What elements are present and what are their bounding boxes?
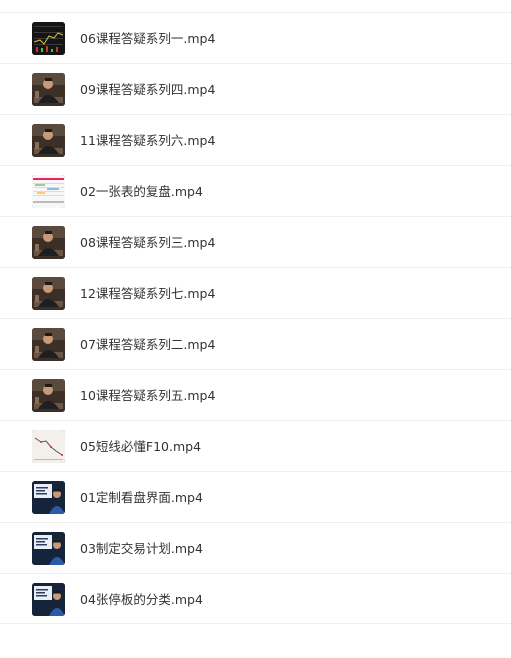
file-row[interactable]: 10课程答疑系列五.mp4 (0, 369, 511, 420)
file-row[interactable]: 05短线必懂F10.mp4 (0, 420, 511, 471)
dark-chart-thumbnail (32, 22, 65, 55)
file-name: 11课程答疑系列六.mp4 (80, 133, 216, 148)
file-name: 02一张表的复盘.mp4 (80, 184, 203, 199)
file-row[interactable]: 06课程答疑系列一.mp4 (0, 12, 511, 63)
file-name: 10课程答疑系列五.mp4 (80, 388, 216, 403)
video-person-thumbnail (32, 124, 65, 157)
file-row[interactable]: 04张停板的分类.mp4 (0, 573, 511, 624)
file-name: 03制定交易计划.mp4 (80, 541, 203, 556)
file-name: 07课程答疑系列二.mp4 (80, 337, 216, 352)
file-row[interactable]: 11课程答疑系列六.mp4 (0, 114, 511, 165)
file-row[interactable]: 03制定交易计划.mp4 (0, 522, 511, 573)
file-row[interactable]: 12课程答疑系列七.mp4 (0, 267, 511, 318)
file-name: 12课程答疑系列七.mp4 (80, 286, 216, 301)
file-row[interactable]: 09课程答疑系列四.mp4 (0, 63, 511, 114)
file-row[interactable]: 07课程答疑系列二.mp4 (0, 318, 511, 369)
video-person-thumbnail (32, 226, 65, 259)
presenter-screen-thumbnail (32, 583, 65, 616)
file-row[interactable]: 01定制看盘界面.mp4 (0, 471, 511, 522)
spreadsheet-thumbnail (32, 175, 65, 208)
file-name: 06课程答疑系列一.mp4 (80, 31, 216, 46)
video-person-thumbnail (32, 73, 65, 106)
file-name: 08课程答疑系列三.mp4 (80, 235, 216, 250)
file-name: 01定制看盘界面.mp4 (80, 490, 203, 505)
file-row[interactable]: 08课程答疑系列三.mp4 (0, 216, 511, 267)
file-name: 05短线必懂F10.mp4 (80, 439, 202, 454)
file-name: 04张停板的分类.mp4 (80, 592, 203, 607)
chart-light-thumbnail (32, 430, 65, 463)
video-person-thumbnail (32, 328, 65, 361)
video-person-thumbnail (32, 379, 65, 412)
presenter-screen-thumbnail (32, 481, 65, 514)
video-person-thumbnail (32, 277, 65, 310)
file-list: 06课程答疑系列一.mp4 09课程答疑系列四.mp4 11课程答疑系列六.mp4 0… (0, 12, 511, 624)
file-row[interactable]: 02一张表的复盘.mp4 (0, 165, 511, 216)
presenter-screen-thumbnail (32, 532, 65, 565)
file-name: 09课程答疑系列四.mp4 (80, 82, 216, 97)
